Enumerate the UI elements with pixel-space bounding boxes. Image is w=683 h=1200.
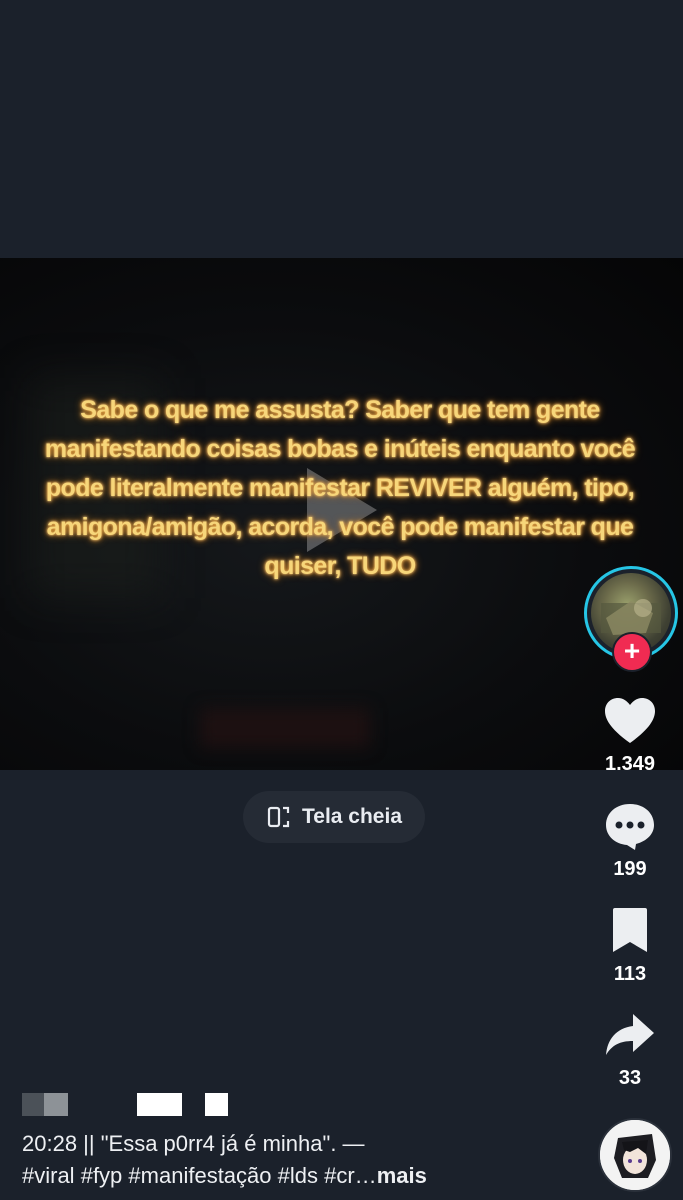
redacted-block (22, 1093, 44, 1116)
tiktok-feed-screen: Sabe o que me assusta? Saber que tem gen… (0, 0, 683, 1200)
comment-button[interactable]: 199 (595, 801, 665, 881)
hashtag-link[interactable]: #manifestação (128, 1163, 271, 1188)
description-line: 20:28 || "Essa p0rr4 já é minha". — (22, 1131, 365, 1156)
video-background-shade (200, 708, 370, 748)
redacted-block (44, 1093, 68, 1116)
video-caption-overlay: Sabe o que me assusta? Saber que tem gen… (44, 396, 636, 580)
bookmark-icon (613, 908, 647, 952)
fullscreen-button[interactable]: Tela cheia (243, 791, 425, 843)
heart-icon (605, 698, 655, 743)
hashtag-link[interactable]: #fyp (81, 1163, 123, 1188)
video-player[interactable]: Sabe o que me assusta? Saber que tem gen… (0, 258, 683, 770)
comment-icon (606, 804, 654, 850)
sound-disc[interactable] (598, 1118, 672, 1192)
sound-avatar-illustration (600, 1120, 670, 1190)
share-count: 33 (618, 1067, 642, 1089)
creator-avatar[interactable]: + (584, 566, 678, 672)
hashtag-link[interactable]: #viral (22, 1163, 75, 1188)
fullscreen-label: Tela cheia (302, 805, 402, 828)
comment-count: 199 (613, 858, 647, 880)
hashtag-link[interactable]: #lds (278, 1163, 318, 1188)
more-link[interactable]: mais (377, 1163, 427, 1188)
save-button[interactable]: 113 (595, 906, 665, 986)
redacted-block (205, 1093, 228, 1116)
like-button[interactable]: 1.349 (595, 696, 665, 776)
follow-button[interactable]: + (612, 632, 652, 672)
share-arrow-icon (606, 1014, 654, 1055)
save-count: 113 (613, 963, 647, 985)
like-count: 1.349 (604, 753, 656, 775)
fullscreen-icon (267, 806, 290, 828)
hashtag-line: #viral #fyp #manifestação #lds #cr…mais (22, 1160, 582, 1192)
redacted-block (137, 1093, 182, 1116)
hashtag-link[interactable]: #cr… (324, 1163, 377, 1188)
video-description[interactable]: 20:28 || "Essa p0rr4 já é minha". — #vir… (22, 1128, 582, 1192)
share-button[interactable]: 33 (595, 1010, 665, 1090)
